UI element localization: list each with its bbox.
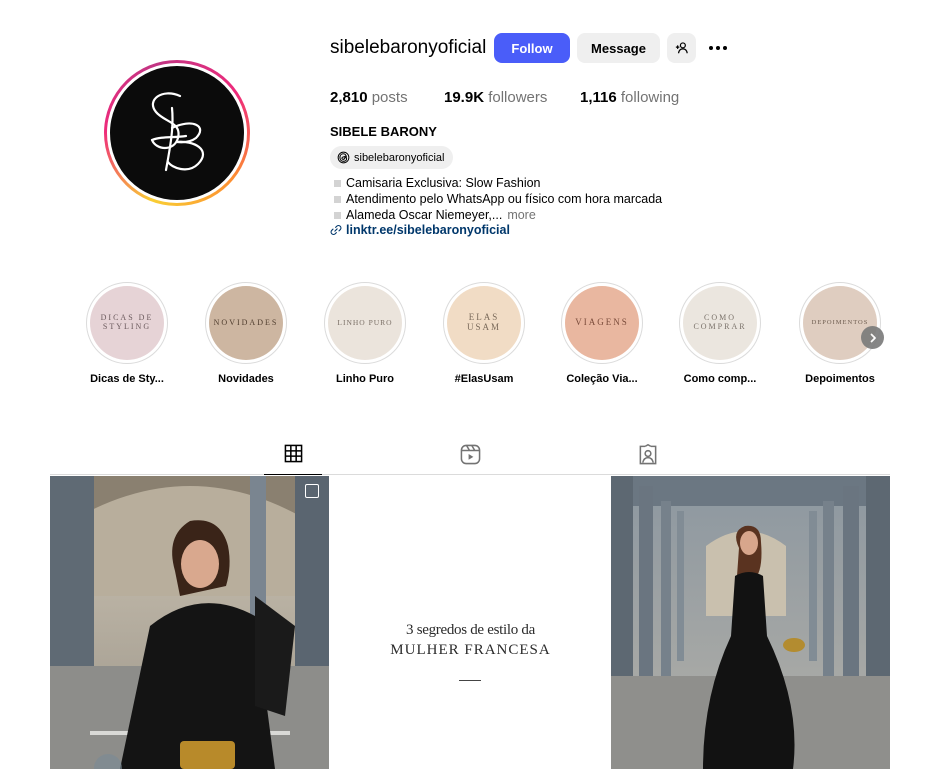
bio-link-text: linktr.ee/sibelebaronyoficial [346, 223, 510, 237]
highlight-cover: VIAGENS [565, 286, 639, 360]
highlight-ring: VIAGENS [561, 282, 643, 364]
post-thumbnail[interactable] [50, 476, 329, 769]
add-user-icon [675, 42, 688, 54]
bio-bullet-icon [334, 211, 341, 219]
follow-button[interactable]: Follow [494, 33, 570, 63]
highlight-label: Como comp... [683, 373, 757, 385]
highlight-ring: COMO COMPRAR [679, 282, 761, 364]
bio-text: Alameda Oscar Niemeyer,... [346, 208, 503, 222]
more-dot-icon [723, 46, 727, 50]
suggested-users-button[interactable] [667, 33, 696, 63]
story-highlight[interactable]: VIAGENS Coleção Via... [552, 282, 652, 385]
post-photo [611, 476, 890, 769]
highlight-cover: DEPOIMENTOS [803, 286, 877, 360]
story-highlight[interactable]: NOVIDADES Novidades [196, 282, 296, 385]
following-link[interactable]: 1,116 following [580, 89, 679, 106]
options-button[interactable] [706, 38, 730, 58]
more-dot-icon [709, 46, 713, 50]
highlight-cover: COMO COMPRAR [683, 286, 757, 360]
post-caption-line-2: MULHER FRANCESA [390, 642, 551, 658]
bio-bullet-icon [334, 179, 341, 187]
bio-bullet-icon [334, 195, 341, 203]
posts-count-label: posts [371, 89, 408, 106]
highlight-label: Linho Puro [335, 373, 395, 385]
post-photo [50, 476, 329, 769]
post-thumbnail[interactable]: 3 segredos de estilo da MULHER FRANCESA [331, 476, 610, 769]
bio-text: Atendimento pelo WhatsApp ou físico com … [346, 192, 663, 206]
tagged-icon [639, 444, 657, 465]
highlights-next-button[interactable] [861, 326, 884, 349]
bio-line: Atendimento pelo WhatsApp ou físico com … [334, 192, 662, 206]
highlight-label: Depoimentos [805, 373, 875, 385]
highlight-label: Coleção Via... [566, 373, 638, 385]
avatar-gap [107, 63, 247, 203]
highlight-cover: DICAS DE STYLING [90, 286, 164, 360]
bio-line: Alameda Oscar Niemeyer,... more [334, 208, 536, 222]
followers-link[interactable]: 19.9K followers [444, 89, 547, 106]
posts-count-value: 2,810 [330, 89, 368, 106]
grid-icon [284, 444, 302, 463]
highlight-ring: DICAS DE STYLING [86, 282, 168, 364]
message-button[interactable]: Message [577, 33, 660, 63]
highlight-cover: ELAS USAM [447, 286, 521, 360]
link-icon [330, 224, 342, 236]
tab-tagged[interactable] [619, 444, 677, 475]
reels-icon [460, 444, 480, 465]
following-count-value: 1,116 [580, 89, 617, 106]
bio-external-link[interactable]: linktr.ee/sibelebaronyoficial [330, 223, 510, 237]
followers-count-value: 19.9K [444, 89, 485, 106]
highlight-cover: NOVIDADES [209, 286, 283, 360]
bio-more-link[interactable]: more [507, 208, 535, 222]
story-highlight[interactable]: LINHO PURO Linho Puro [315, 282, 415, 385]
post-divider [459, 680, 481, 681]
posts-count: 2,810 posts [330, 89, 408, 106]
highlight-ring: DEPOIMENTOS [799, 282, 881, 364]
profile-full-name: SIBELE BARONY [330, 124, 437, 139]
bio-text: Camisaria Exclusiva: Slow Fashion [346, 176, 541, 190]
highlight-label: #ElasUsam [454, 373, 514, 385]
more-dot-icon [716, 46, 720, 50]
highlight-ring: NOVIDADES [205, 282, 287, 364]
profile-username: sibelebaronyoficial [330, 37, 487, 58]
threads-handle: sibelebaronyoficial [354, 151, 445, 164]
following-count-label: following [620, 89, 680, 106]
profile-avatar[interactable] [104, 60, 250, 206]
highlight-label: Novidades [218, 373, 274, 385]
post-caption-text: 3 segredos de estilo da MULHER FRANCESA [331, 622, 610, 659]
highlight-cover: LINHO PURO [328, 286, 402, 360]
threads-icon [337, 151, 350, 164]
tab-posts[interactable] [264, 444, 322, 475]
highlight-ring: ELAS USAM [443, 282, 525, 364]
post-caption-line-1: 3 segredos de estilo da [406, 622, 535, 638]
sb-monogram-logo [150, 92, 205, 172]
story-highlight[interactable]: ELAS USAM #ElasUsam [434, 282, 534, 385]
story-highlight[interactable]: COMO COMPRAR Como comp... [670, 282, 770, 385]
chevron-right-icon [870, 333, 876, 342]
followers-count-label: followers [488, 89, 548, 106]
bio-line: Camisaria Exclusiva: Slow Fashion [334, 176, 541, 190]
tab-reels[interactable] [441, 444, 499, 475]
threads-badge[interactable]: sibelebaronyoficial [330, 146, 453, 169]
highlight-ring: LINHO PURO [324, 282, 406, 364]
story-highlight[interactable]: DICAS DE STYLING Dicas de Sty... [77, 282, 177, 385]
avatar-image [110, 66, 244, 200]
carousel-icon [305, 484, 319, 498]
post-thumbnail[interactable] [611, 476, 890, 769]
highlight-label: Dicas de Sty... [90, 373, 164, 385]
